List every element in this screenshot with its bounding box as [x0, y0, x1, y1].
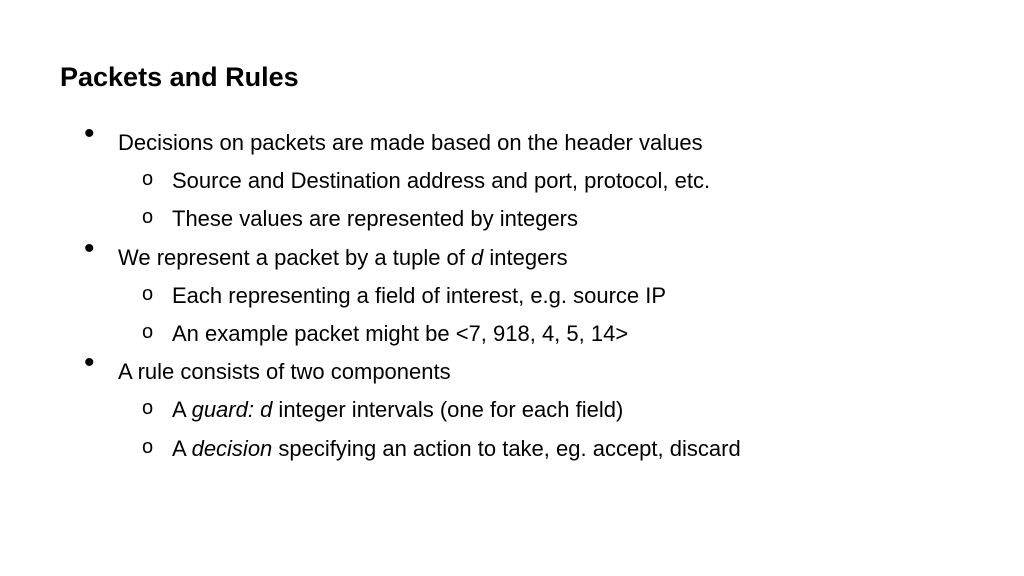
sub-bullet-text: These values are represented by integers [172, 206, 578, 231]
bullet-item: A rule consists of two components A guar… [92, 354, 964, 466]
sub-bullet-item: An example packet might be <7, 918, 4, 5… [142, 316, 964, 351]
bullet-text: integers [483, 245, 567, 270]
bullet-item: Decisions on packets are made based on t… [92, 125, 964, 237]
sub-bullet-text: A [172, 436, 192, 461]
italic-text: decision [192, 436, 273, 461]
sub-bullet-text: integer intervals (one for each field) [272, 397, 623, 422]
bullet-text: We represent a packet by a tuple of [118, 245, 471, 270]
italic-text: d [471, 245, 483, 270]
sub-bullet-item: A guard: d integer intervals (one for ea… [142, 392, 964, 427]
inner-list: Source and Destination address and port,… [118, 163, 964, 236]
sub-bullet-text: Source and Destination address and port,… [172, 168, 710, 193]
italic-text: guard: d [192, 397, 273, 422]
inner-list: Each representing a field of interest, e… [118, 278, 964, 351]
sub-bullet-text: A [172, 397, 192, 422]
bullet-text: Decisions on packets are made based on t… [118, 130, 703, 155]
outer-list: Decisions on packets are made based on t… [60, 125, 964, 466]
slide-title: Packets and Rules [60, 62, 964, 93]
slide-content: Decisions on packets are made based on t… [60, 125, 964, 466]
sub-bullet-text: An example packet might be <7, 918, 4, 5… [172, 321, 628, 346]
bullet-text: A rule consists of two components [118, 359, 451, 384]
sub-bullet-item: A decision specifying an action to take,… [142, 431, 964, 466]
sub-bullet-text: Each representing a field of interest, e… [172, 283, 666, 308]
sub-bullet-item: Source and Destination address and port,… [142, 163, 964, 198]
sub-bullet-item: Each representing a field of interest, e… [142, 278, 964, 313]
bullet-item: We represent a packet by a tuple of d in… [92, 240, 964, 352]
inner-list: A guard: d integer intervals (one for ea… [118, 392, 964, 465]
sub-bullet-text: specifying an action to take, eg. accept… [272, 436, 740, 461]
sub-bullet-item: These values are represented by integers [142, 201, 964, 236]
